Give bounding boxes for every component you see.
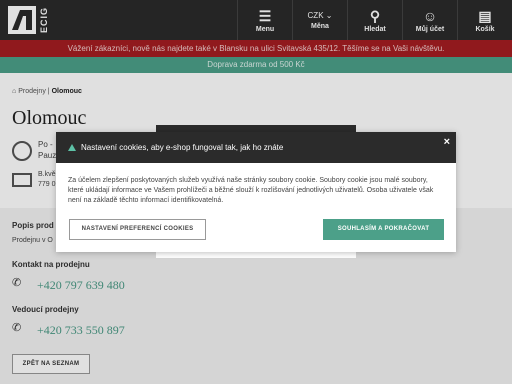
warning-icon [68, 144, 76, 151]
cookie-text: Za účelem zlepšení poskytovaných služeb … [68, 177, 434, 204]
cookie-header: Nastavení cookies, aby e-shop fungoval t… [56, 132, 456, 163]
cookie-title: Nastavení cookies, aby e-shop fungoval t… [81, 143, 284, 152]
cookie-dialog: Nastavení cookies, aby e-shop fungoval t… [56, 132, 456, 252]
cookie-accept-button[interactable]: SOUHLASÍM A POKRAČOVAT [323, 219, 444, 240]
close-icon[interactable]: × [444, 136, 450, 148]
cookie-preferences-button[interactable]: NASTAVENÍ PREFERENCÍ COOKIES [69, 219, 206, 240]
